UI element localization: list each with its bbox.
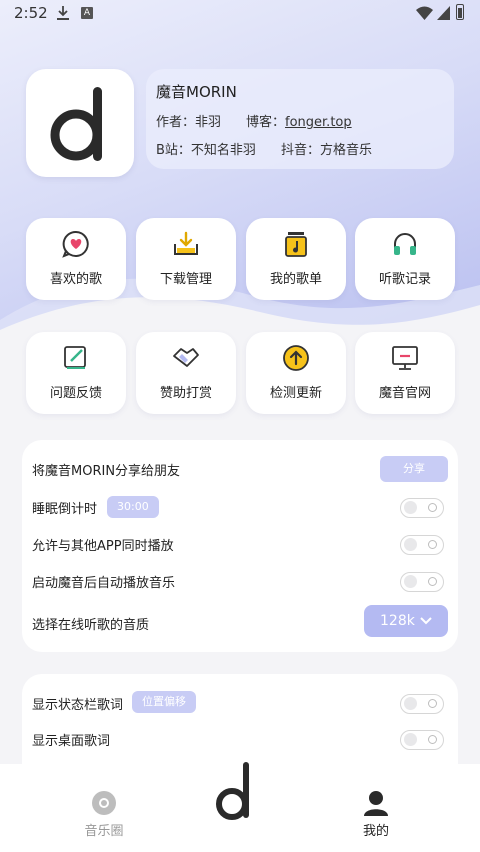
update-arrow-icon	[283, 345, 309, 371]
author-label: 作者：	[156, 115, 196, 130]
douyin-label: 抖音：	[281, 143, 321, 158]
app-name: 魔音MORIN	[156, 83, 237, 101]
tile-label: 喜欢的歌	[49, 272, 102, 287]
bilibili-label: B站：	[156, 143, 191, 158]
toggle-knob	[404, 733, 417, 746]
playlist-icon	[285, 232, 307, 257]
bilibili-value[interactable]: 不知名非羽	[191, 143, 256, 158]
toggle-knob	[404, 538, 417, 551]
tile-label: 我的歌单	[269, 272, 322, 287]
statusbar-lyrics-row: 显示状态栏歌词 位置偏移	[22, 688, 458, 718]
sleep-timer-row: 睡眠倒计时 30:00	[22, 492, 458, 522]
quality-label: 选择在线听歌的音质	[32, 618, 150, 633]
toggle-off-indicator	[428, 540, 437, 549]
desktop-lyrics-label: 显示桌面歌词	[32, 734, 111, 749]
morin-logo-icon	[50, 87, 102, 161]
signal-icon	[437, 6, 450, 20]
tile-official-site[interactable]: 魔音官网	[355, 332, 455, 414]
app-logo	[26, 69, 134, 177]
toggle-off-indicator	[428, 699, 437, 708]
battery-icon	[456, 4, 464, 20]
settings-card-general: 将魔音MORIN分享给朋友 分享 睡眠倒计时 30:00 允许与其他APP同时播…	[22, 440, 458, 652]
tile-check-update[interactable]: 检测更新	[246, 332, 346, 414]
sleep-timer-label: 睡眠倒计时	[32, 502, 98, 517]
user-icon	[364, 791, 388, 816]
blog-link[interactable]: fonger.top	[285, 115, 352, 130]
tile-sponsor[interactable]: 赞助打赏	[136, 332, 236, 414]
author-blog-line: 作者：非羽 博客：fonger.top	[156, 111, 352, 130]
allow-mix-row: 允许与其他APP同时播放	[22, 529, 458, 559]
position-offset-button[interactable]: 位置偏移	[132, 691, 196, 713]
author-value: 非羽	[195, 115, 222, 130]
toggle-knob	[404, 697, 417, 710]
chevron-down-icon	[420, 617, 432, 625]
nav-label: 音乐圈	[84, 824, 124, 839]
tile-label: 问题反馈	[49, 386, 102, 401]
statusbar-lyrics-toggle[interactable]	[400, 694, 444, 714]
tile-label: 检测更新	[269, 386, 322, 401]
sleep-timer-toggle[interactable]	[400, 498, 444, 518]
download-tray-icon	[174, 231, 198, 255]
statusbar-lyrics-label: 显示状态栏歌词	[32, 698, 124, 713]
a-badge-icon: A	[81, 7, 93, 19]
tile-listen-history[interactable]: 听歌记录	[355, 218, 455, 300]
tile-my-playlist[interactable]: 我的歌单	[246, 218, 346, 300]
social-line: B站：不知名非羽 抖音：方格音乐	[156, 139, 372, 158]
toggle-knob	[404, 575, 417, 588]
nav-music-circle[interactable]: 音乐圈	[64, 790, 144, 846]
desktop-lyrics-toggle[interactable]	[400, 730, 444, 750]
autoplay-toggle[interactable]	[400, 572, 444, 592]
toggle-off-indicator	[428, 503, 437, 512]
douyin-value[interactable]: 方格音乐	[320, 143, 372, 158]
headphones-icon	[394, 233, 416, 255]
tile-label: 下载管理	[159, 272, 212, 287]
handshake-icon	[173, 348, 199, 367]
app-info-card: 魔音MORIN 作者：非羽 博客：fonger.top B站：不知名非羽 抖音：…	[146, 69, 454, 169]
autoplay-label: 启动魔音后自动播放音乐	[32, 576, 176, 591]
heart-chat-icon	[62, 230, 89, 258]
tile-feedback[interactable]: 问题反馈	[26, 332, 126, 414]
share-button[interactable]: 分享	[380, 456, 448, 482]
tile-label: 听歌记录	[378, 272, 431, 287]
wifi-icon	[416, 6, 433, 20]
nav-mine[interactable]: 我的	[336, 790, 416, 846]
share-row: 将魔音MORIN分享给朋友 分享	[22, 454, 458, 484]
toggle-knob	[404, 501, 417, 514]
blog-label: 博客：	[246, 115, 286, 130]
quality-row: 选择在线听歌的音质 128k	[22, 605, 458, 639]
quality-value: 128k	[380, 613, 415, 629]
tile-favorite-songs[interactable]: 喜欢的歌	[26, 218, 126, 300]
download-icon	[57, 6, 69, 20]
allow-mix-toggle[interactable]	[400, 535, 444, 555]
status-time: 2:52	[14, 4, 48, 22]
toggle-off-indicator	[428, 735, 437, 744]
allow-mix-label: 允许与其他APP同时播放	[32, 539, 174, 554]
tile-label: 赞助打赏	[159, 386, 212, 401]
monitor-icon	[392, 346, 418, 370]
share-label: 将魔音MORIN分享给朋友	[32, 464, 181, 479]
center-morin-logo-icon[interactable]	[215, 762, 257, 822]
blog-info: 博客：fonger.top	[246, 111, 352, 130]
feedback-edit-icon	[64, 346, 86, 369]
tile-label: 魔音官网	[378, 386, 431, 401]
toggle-off-indicator	[428, 577, 437, 586]
nav-label: 我的	[362, 824, 389, 839]
quality-select[interactable]: 128k	[364, 605, 448, 637]
status-bar: 2:52 A	[0, 0, 480, 28]
douyin-info: 抖音：方格音乐	[281, 139, 372, 158]
tile-download-manager[interactable]: 下载管理	[136, 218, 236, 300]
sleep-timer-value[interactable]: 30:00	[107, 496, 159, 518]
autoplay-row: 启动魔音后自动播放音乐	[22, 566, 458, 596]
disc-icon	[92, 791, 116, 815]
